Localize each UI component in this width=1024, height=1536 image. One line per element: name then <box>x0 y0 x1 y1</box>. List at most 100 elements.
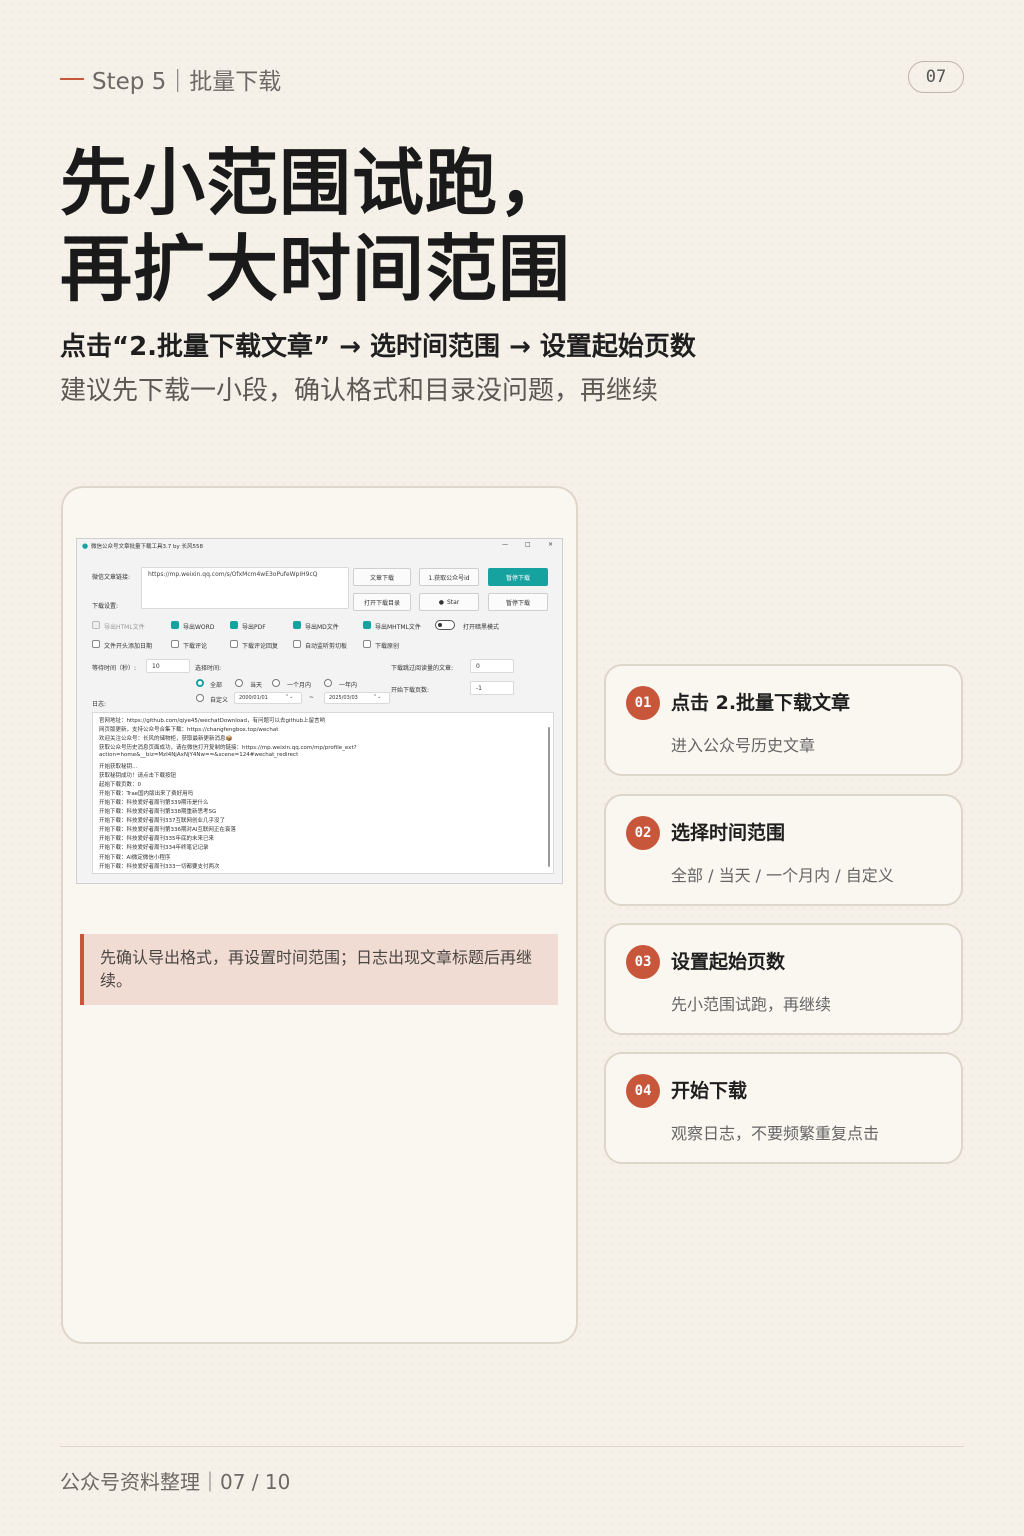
date-separator: ~ <box>309 694 315 701</box>
step-number-badge: 01 <box>626 686 660 720</box>
step-description: 全部 / 当天 / 一个月内 / 自定义 <box>671 866 894 885</box>
export-md-checkbox[interactable] <box>293 621 301 629</box>
step-title: 选择时间范围 <box>671 822 786 844</box>
github-icon: ● <box>438 598 444 606</box>
star-button[interactable]: ● Star <box>419 593 479 611</box>
window-title: 微信公众号文章批量下载工具3.7 by 长风558 <box>91 544 203 550</box>
step-card-4: 04 开始下载 观察日志，不要频繁重复点击 <box>604 1052 963 1164</box>
step-number-badge: 04 <box>626 1074 660 1108</box>
download-comments-checkbox[interactable] <box>171 640 179 648</box>
export-word-label: 导出WORD <box>183 624 215 631</box>
open-download-dir-button[interactable]: 打开下载目录 <box>353 593 411 611</box>
toggle-knob <box>438 623 442 627</box>
step-label: Step 5｜批量下载 <box>60 62 281 96</box>
log-line: 开始下载：科技爱好者周刊第339期币是什么 <box>99 799 209 806</box>
log-line: 获取秘钥成功！请点击下载按钮 <box>99 772 177 779</box>
clipboard-listen-label: 自动监听剪切板 <box>305 643 348 650</box>
advice-text: 建议先下载一小段，确认格式和目录没问题，再继续 <box>60 376 659 406</box>
log-line: 开始获取秘钥... <box>99 763 138 770</box>
select-time-label: 选择时间: <box>195 665 222 672</box>
log-line: 获取公众号历史消息页面成功，请在微信打开复制的链接：https://mp.wei… <box>99 745 357 752</box>
date-from-value: 2000/01/01 <box>239 695 268 701</box>
time-custom-radio[interactable] <box>196 694 204 702</box>
date-to-spin-icon[interactable]: ⌃⌄ <box>373 694 381 700</box>
download-comments-label: 下载评论 <box>183 643 208 650</box>
minimize-icon[interactable]: — <box>502 541 508 548</box>
time-today-label: 当天 <box>250 682 263 689</box>
log-line: 官网地址：https://github.com/qiye45/wechatDow… <box>99 718 326 724</box>
app-window-screenshot: ● 微信公众号文章批量下载工具3.7 by 长风558 — □ × 微信文章链接… <box>76 538 563 884</box>
maximize-icon[interactable]: □ <box>525 541 531 548</box>
start-page-input[interactable]: -1 <box>470 681 514 695</box>
star-label: Star <box>446 598 460 606</box>
step-title: 设置起始页数 <box>671 951 786 973</box>
time-month-radio[interactable] <box>272 679 280 687</box>
time-all-radio[interactable] <box>196 679 204 687</box>
page-number-badge: 07 <box>908 61 964 93</box>
time-custom-label: 自定义 <box>210 697 229 704</box>
close-icon[interactable]: × <box>548 541 553 548</box>
export-html-label: 导出HTML文件 <box>104 624 145 631</box>
step-description: 观察日志，不要频繁重复点击 <box>671 1124 880 1143</box>
date-to-value: 2025/03/03 <box>329 695 358 701</box>
wait-time-value: 10 <box>152 663 160 670</box>
url-label: 微信文章链接: <box>92 574 131 581</box>
step-title: 开始下载 <box>671 1080 748 1102</box>
flow-text: 点击“2.批量下载文章” → 选时间范围 → 设置起始页数 <box>60 332 696 362</box>
start-page-value: -1 <box>476 685 482 692</box>
step-number-badge: 03 <box>626 945 660 979</box>
log-line: 开始下载：科技爱好者周刊335年底的未来已来 <box>99 836 214 843</box>
log-line: 开始下载：科技爱好者周刊333一切都要支付两次 <box>99 863 220 870</box>
download-replies-checkbox[interactable] <box>230 640 238 648</box>
time-year-radio[interactable] <box>324 679 332 687</box>
download-settings-label: 下载设置: <box>92 603 119 610</box>
step-description: 先小范围试跑，再继续 <box>671 995 832 1014</box>
export-word-checkbox[interactable] <box>171 621 179 629</box>
title-line-2: 再扩大时间范围 <box>60 227 572 311</box>
log-line: 开始下载：AI微定微信小程序 <box>99 854 171 861</box>
export-pdf-label: 导出PDF <box>242 624 266 631</box>
date-from-spin-icon[interactable]: ⌃⌄ <box>285 694 293 700</box>
url-value: https://mp.weixin.qq.com/s/OfxMcm4wE3oPu… <box>148 571 318 578</box>
time-all-label: 全部 <box>210 682 223 689</box>
skip-read-input[interactable]: 0 <box>470 659 514 673</box>
date-prefix-checkbox[interactable] <box>92 640 100 648</box>
log-line: 网页版更新，支持公众号合集下载：https://changfengbox.top… <box>99 727 279 734</box>
title-line-1: 先小范围试跑， <box>60 141 572 225</box>
app-icon: ● <box>82 542 89 550</box>
step-number-badge: 02 <box>626 816 660 850</box>
log-line: 开始下载：科技爱好者周刊第338期重新思考SG <box>99 809 217 815</box>
export-mhtml-checkbox[interactable] <box>363 621 371 629</box>
export-html-checkbox[interactable] <box>92 621 100 629</box>
pause-download-button[interactable]: 暂停下载 <box>488 593 548 611</box>
tip-note: 先确认导出格式，再设置时间范围；日志出现文章标题后再继续。 <box>80 934 558 1005</box>
log-textarea[interactable]: 官网地址：https://github.com/qiye45/wechatDow… <box>92 712 554 874</box>
dark-mode-label: 打开暗黑模式 <box>463 624 500 631</box>
date-prefix-label: 文件开头添加日期 <box>104 643 153 650</box>
article-download-button[interactable]: 文章下载 <box>353 568 411 586</box>
step-card-3: 03 设置起始页数 先小范围试跑，再继续 <box>604 923 963 1035</box>
date-from-input[interactable]: 2000/01/01 ⌃⌄ <box>234 692 302 704</box>
batch-pause-primary-button[interactable]: 暂停下载 <box>488 568 548 586</box>
step-label-text: Step 5｜批量下载 <box>92 69 282 95</box>
dark-mode-toggle[interactable] <box>435 620 455 630</box>
footer-text: 公众号资料整理｜07 / 10 <box>60 1470 291 1494</box>
get-account-id-button[interactable]: 1.获取公众号id <box>419 568 479 586</box>
log-line: 起始下载页数：0 <box>99 781 141 788</box>
export-pdf-checkbox[interactable] <box>230 621 238 629</box>
log-scrollbar[interactable] <box>548 727 550 867</box>
log-line: 欢迎关注公众号：长风的储物柜，获取最新更新消息📦 <box>99 736 233 743</box>
time-today-radio[interactable] <box>235 679 243 687</box>
date-to-input[interactable]: 2025/03/03 ⌃⌄ <box>324 692 390 704</box>
skip-read-label: 下载跳过阅读量的文章: <box>391 665 454 672</box>
log-label: 日志: <box>92 701 107 708</box>
download-original-checkbox[interactable] <box>363 640 371 648</box>
start-page-label: 开始下载页数: <box>391 687 430 694</box>
wait-time-input[interactable]: 10 <box>146 659 190 673</box>
url-input[interactable]: https://mp.weixin.qq.com/s/OfxMcm4wE3oPu… <box>141 567 349 609</box>
step-title: 点击 2.批量下载文章 <box>671 692 851 714</box>
log-line: 开始下载：Trae国内版出来了费好用吗 <box>99 790 194 797</box>
wait-time-label: 等待时间（秒）: <box>92 665 137 672</box>
clipboard-listen-checkbox[interactable] <box>293 640 301 648</box>
step-card-2: 02 选择时间范围 全部 / 当天 / 一个月内 / 自定义 <box>604 794 963 906</box>
